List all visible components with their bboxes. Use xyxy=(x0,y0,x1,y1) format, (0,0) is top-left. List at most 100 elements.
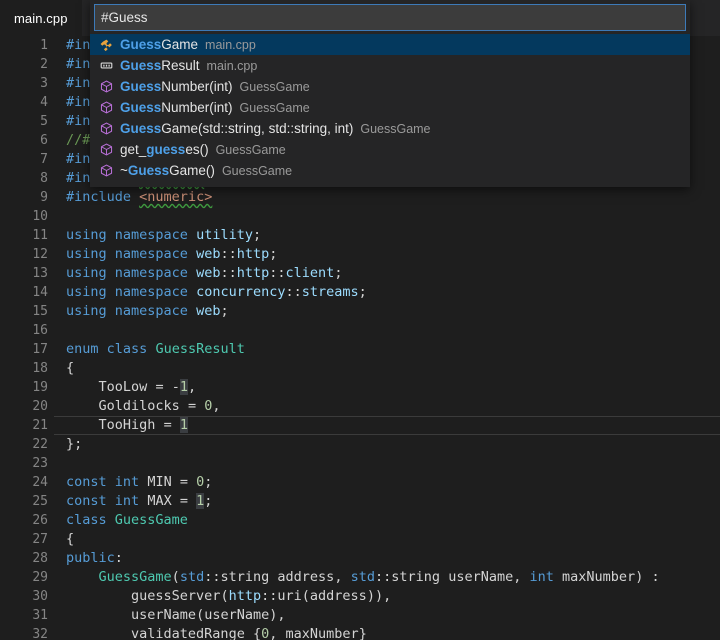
line-text: { xyxy=(66,530,74,549)
line-text: using namespace web; xyxy=(66,302,229,321)
method-icon xyxy=(96,164,116,177)
method-icon xyxy=(96,101,116,114)
line-text: GuessGame(std::string address, std::stri… xyxy=(66,568,660,587)
result-rest: Result xyxy=(161,58,199,73)
code-line[interactable]: 19 TooLow = -1, xyxy=(0,378,720,397)
code-line[interactable]: 12 using namespace web::http; xyxy=(0,245,720,264)
result-rest: Game xyxy=(161,37,198,52)
result-prefix: get_ xyxy=(120,142,146,157)
result-detail: GuessGame xyxy=(222,164,292,178)
result-row[interactable]: GuessNumber(int) GuessGame xyxy=(90,97,690,118)
line-text: public: xyxy=(66,549,123,568)
result-detail: GuessGame xyxy=(216,143,286,157)
result-label: GuessResult xyxy=(120,58,200,73)
line-text: TooHigh = 1 xyxy=(66,416,188,435)
result-match: Guess xyxy=(120,58,161,73)
line-number: 6 xyxy=(0,131,48,150)
line-number: 8 xyxy=(0,169,48,188)
line-text: Goldilocks = 0, xyxy=(66,397,221,416)
line-number: 3 xyxy=(0,74,48,93)
code-line[interactable]: 13 using namespace web::http::client; xyxy=(0,264,720,283)
code-line[interactable]: 31 userName(userName), xyxy=(0,606,720,625)
line-number: 31 xyxy=(0,606,48,625)
code-line[interactable]: 32 validatedRange {0, maxNumber} xyxy=(0,625,720,640)
line-text: using namespace web::http::client; xyxy=(66,264,342,283)
result-match: guess xyxy=(146,142,185,157)
code-line[interactable]: 28 public: xyxy=(0,549,720,568)
result-match: Guess xyxy=(120,121,161,136)
result-rest: Number(int) xyxy=(161,100,232,115)
line-number: 2 xyxy=(0,55,48,74)
result-row[interactable]: ~GuessGame() GuessGame xyxy=(90,160,690,181)
method-icon xyxy=(96,122,116,135)
code-line[interactable]: 22}; xyxy=(0,435,720,454)
line-text: TooLow = -1, xyxy=(66,378,196,397)
result-match: Guess xyxy=(120,79,161,94)
result-row[interactable]: GuessNumber(int)GuessGame xyxy=(90,76,690,97)
code-line[interactable]: 9 #include <numeric> xyxy=(0,188,720,207)
line-number: 7 xyxy=(0,150,48,169)
code-line[interactable]: 15using namespace web; xyxy=(0,302,720,321)
vscode-window: main.cpp 1#include <iostream>2#include <… xyxy=(0,0,720,640)
code-line[interactable]: 20 Goldilocks = 0, xyxy=(0,397,720,416)
line-number: 21 xyxy=(0,416,48,435)
line-number: 10 xyxy=(0,207,48,226)
line-text: using namespace concurrency::streams; xyxy=(66,283,367,302)
code-line[interactable]: 10 xyxy=(0,207,720,226)
line-number: 18 xyxy=(0,359,48,378)
result-label: GuessNumber(int) xyxy=(120,100,233,115)
code-line[interactable]: 16 xyxy=(0,321,720,340)
code-line[interactable]: 26class GuessGame xyxy=(0,511,720,530)
code-line[interactable]: 29 GuessGame(std::string address, std::s… xyxy=(0,568,720,587)
result-row[interactable]: GuessGame main.cpp xyxy=(90,34,690,55)
line-text: #include <numeric> xyxy=(66,188,212,207)
code-line[interactable]: 27 { xyxy=(0,530,720,549)
method-icon xyxy=(96,143,116,156)
search-input[interactable] xyxy=(94,4,686,31)
line-number: 13 xyxy=(0,264,48,283)
code-line[interactable]: 25const int MAX = 1; xyxy=(0,492,720,511)
result-match: Guess xyxy=(120,100,161,115)
code-line[interactable]: 21 TooHigh = 1 xyxy=(0,416,720,435)
goto-symbol-popup: GuessGamemain.cppGuessResultmain.cppGues… xyxy=(90,0,690,187)
code-line[interactable]: 14 using namespace concurrency::streams; xyxy=(0,283,720,302)
tab-main-cpp[interactable]: main.cpp xyxy=(0,0,82,36)
line-text: guessServer(http::uri(address)), xyxy=(66,587,391,606)
line-number: 28 xyxy=(0,549,48,568)
result-label: GuessNumber(int) xyxy=(120,79,233,94)
result-detail: main.cpp xyxy=(205,38,256,52)
result-rest: es() xyxy=(185,142,208,157)
code-line[interactable]: 30 guessServer(http::uri(address)), xyxy=(0,587,720,606)
line-number: 1 xyxy=(0,36,48,55)
result-match: Guess xyxy=(120,37,161,52)
class-icon xyxy=(96,38,116,51)
result-detail: GuessGame xyxy=(240,101,310,115)
line-number: 26 xyxy=(0,511,48,530)
line-number: 32 xyxy=(0,625,48,640)
line-number: 12 xyxy=(0,245,48,264)
enum-icon xyxy=(96,59,116,72)
line-number: 9 xyxy=(0,188,48,207)
method-icon xyxy=(96,80,116,93)
code-line[interactable]: 18{ xyxy=(0,359,720,378)
line-number: 29 xyxy=(0,568,48,587)
result-label: ~GuessGame() xyxy=(120,163,215,178)
code-line[interactable]: 23 xyxy=(0,454,720,473)
code-line[interactable]: 17enum class GuessResult xyxy=(0,340,720,359)
line-text: const int MIN = 0; xyxy=(66,473,212,492)
code-line[interactable]: 11using namespace utility; xyxy=(0,226,720,245)
code-line[interactable]: 24const int MIN = 0; xyxy=(0,473,720,492)
result-rest: Game() xyxy=(169,163,215,178)
result-row[interactable]: GuessResult main.cpp xyxy=(90,55,690,76)
result-detail: GuessGame xyxy=(360,122,430,136)
tab-label: main.cpp xyxy=(14,11,68,26)
result-detail: main.cpp xyxy=(207,59,258,73)
line-number: 27 xyxy=(0,530,48,549)
line-number: 30 xyxy=(0,587,48,606)
result-row[interactable]: GuessGame(std::string, std::string, int)… xyxy=(90,118,690,139)
line-number: 25 xyxy=(0,492,48,511)
result-row[interactable]: get_guesses() GuessGame xyxy=(90,139,690,160)
result-rest: Number(int) xyxy=(161,79,232,94)
line-number: 14 xyxy=(0,283,48,302)
line-text: using namespace web::http; xyxy=(66,245,277,264)
